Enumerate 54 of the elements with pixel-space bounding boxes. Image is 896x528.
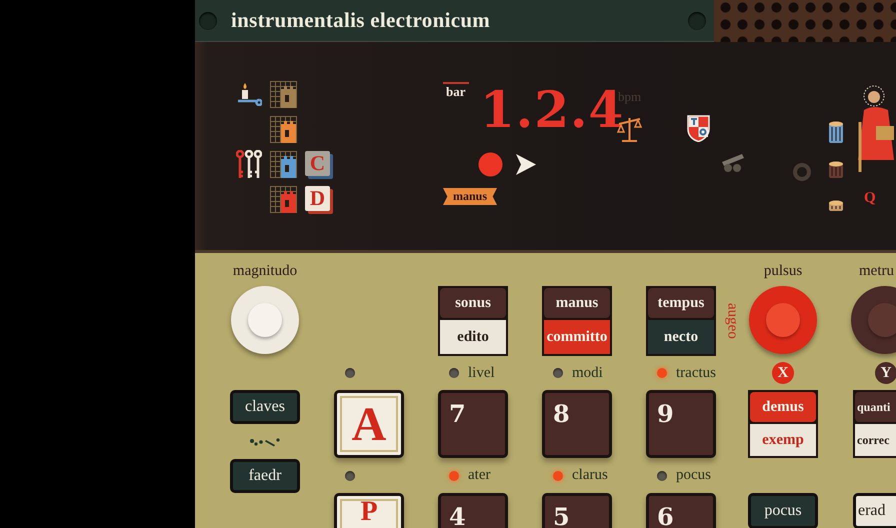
knob[interactable] [231, 286, 299, 354]
ring-icon [793, 163, 811, 181]
secondary-label: exemp [750, 424, 816, 456]
shield-icon [687, 115, 710, 142]
ribbon-label: manus [443, 188, 498, 205]
pad-button[interactable]: 9 [646, 390, 716, 458]
secondary-label: correc [855, 424, 896, 456]
function-button[interactable]: manus [544, 288, 610, 318]
screw-icon [688, 12, 706, 30]
indicator-label: ater [468, 467, 490, 484]
pad-button[interactable]: 4 [438, 493, 508, 528]
drum-icon [828, 121, 844, 143]
indicator-label: clarus [572, 467, 608, 484]
drum-icon [828, 200, 844, 211]
pad-button[interactable]: P [334, 493, 404, 528]
pad-button[interactable]: 8 [542, 390, 612, 458]
bar-label: bar [443, 82, 468, 100]
pad-button[interactable]: 6 [646, 493, 716, 528]
keys-icon [236, 150, 262, 180]
play-icon [516, 154, 536, 175]
function-button[interactable]: demus [750, 392, 816, 422]
pad-button[interactable]: 5 [542, 493, 612, 528]
candle-icon [237, 82, 262, 106]
function-button[interactable]: tempus [648, 288, 714, 318]
secondary-label: necto [648, 320, 714, 354]
secondary-label: committo [544, 320, 610, 354]
mode-button[interactable]: faedr [230, 459, 300, 493]
indicator-label: livel [468, 364, 495, 382]
mode-button[interactable]: claves [230, 390, 300, 424]
function-button[interactable]: sonus [440, 288, 506, 318]
side-label: augeo [724, 303, 740, 339]
axis-badge: X [772, 362, 794, 384]
channel-letter: Q [864, 190, 876, 207]
indicator-label: modi [572, 364, 603, 382]
axis-badge: Y [875, 362, 896, 384]
indicator-label: tractus [676, 364, 716, 382]
knob-label: metru [858, 262, 894, 280]
secondary-label: edito [440, 320, 506, 354]
pad-button[interactable]: A [334, 390, 404, 458]
letter-tile: D [305, 186, 330, 211]
device-title: instrumentalis electronicum [231, 8, 492, 33]
screw-icon [199, 12, 217, 30]
drum-icon [828, 161, 844, 178]
pad-button[interactable]: 7 [438, 390, 508, 458]
dots-icon [249, 436, 281, 446]
indicator-label: pocus [676, 467, 711, 484]
cannon-icon [720, 152, 746, 174]
function-button[interactable]: quanti [855, 392, 896, 422]
function-button[interactable]: pocus [748, 493, 818, 528]
function-button[interactable]: erad [853, 493, 896, 528]
letter-tile: C [305, 151, 330, 176]
knob-label: magnitudo [232, 262, 298, 280]
knob-label: pulsus [764, 262, 802, 280]
record-icon [478, 152, 503, 177]
